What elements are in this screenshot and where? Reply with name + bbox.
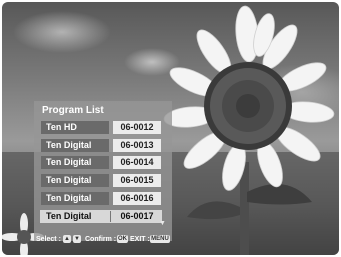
channel-row[interactable]: Ten Digital 06-0016 <box>40 192 162 205</box>
exit-hint-label: EXIT : <box>130 236 150 243</box>
channel-row[interactable]: Ten Digital 06-0015 <box>40 174 162 187</box>
up-arrow-key-icon: ▲ <box>63 235 71 243</box>
channel-row[interactable]: Ten HD 06-0012 <box>40 121 162 134</box>
help-bar: Select : ▲ ▼ Confirm : OK EXIT : MENU <box>32 232 174 248</box>
channel-number: 06-0012 <box>113 121 161 134</box>
menu-key-icon: MENU <box>150 235 170 243</box>
program-list-title: Program List <box>42 105 104 116</box>
program-list-panel: Program List Ten HD 06-0012 Ten Digital … <box>34 101 172 241</box>
ok-key-icon: OK <box>117 235 128 243</box>
channel-row[interactable]: Ten Digital 06-0014 <box>40 156 162 169</box>
select-hint-label: Select : <box>36 236 61 243</box>
channel-name: Ten HD <box>41 121 109 134</box>
channel-number: 06-0016 <box>113 192 161 205</box>
channel-name: Ten Digital <box>41 139 109 152</box>
channel-number: 06-0015 <box>113 174 161 187</box>
channel-name: Ten Digital <box>41 192 109 205</box>
channel-number: 06-0014 <box>113 156 161 169</box>
channel-row-selected[interactable]: Ten Digital 06-0017 <box>40 210 162 223</box>
divider <box>110 211 111 222</box>
channel-name: Ten Digital <box>41 156 109 169</box>
channel-number: 06-0017 <box>120 211 154 221</box>
channel-number: 06-0013 <box>113 139 161 152</box>
channel-name: Ten Digital <box>41 174 109 187</box>
confirm-hint-label: Confirm : <box>85 236 117 243</box>
tv-screen: Program List Ten HD 06-0012 Ten Digital … <box>2 2 339 255</box>
scroll-down-icon[interactable]: ▼ <box>159 220 166 227</box>
down-arrow-key-icon: ▼ <box>73 235 81 243</box>
channel-name: Ten Digital <box>46 211 92 221</box>
channel-row[interactable]: Ten Digital 06-0013 <box>40 139 162 152</box>
